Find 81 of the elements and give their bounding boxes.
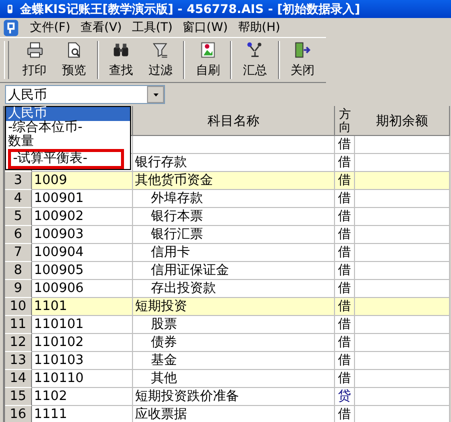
column-header: 科目名称 xyxy=(133,106,335,136)
table-cell: 银行汇票 xyxy=(133,226,335,244)
row-number: 10 xyxy=(5,298,32,316)
table-cell: 110110 xyxy=(32,370,133,388)
toolbar-button[interactable]: 预览 xyxy=(54,39,94,81)
row-number: 8 xyxy=(5,262,32,280)
menu-item[interactable]: 窗口(W) xyxy=(182,19,228,36)
door-arrow-icon xyxy=(293,41,312,59)
table-cell: 应收票据 xyxy=(133,406,335,422)
row-number: 12 xyxy=(5,334,32,352)
table-cell: 其他 xyxy=(133,370,335,388)
toolbar-button[interactable]: 查找 xyxy=(102,39,141,81)
table-cell: 短期投资 xyxy=(133,298,335,316)
dropdown-option[interactable]: -综合本位币- xyxy=(6,121,130,135)
table-cell: 信用卡 xyxy=(133,244,335,262)
table-cell: 借 xyxy=(335,226,355,244)
network-nodes-icon xyxy=(246,41,264,59)
table-cell: 信用证保证金 xyxy=(133,262,335,280)
table-cell: 100902 xyxy=(32,208,133,226)
row-number: 14 xyxy=(5,370,32,388)
table-cell: 借 xyxy=(335,334,355,352)
row-number: 11 xyxy=(5,316,32,334)
table-cell: 贷 xyxy=(335,388,355,406)
table-cell: 基金 xyxy=(133,352,335,370)
row-number: 4 xyxy=(5,190,32,208)
column-header: 期初余额 xyxy=(355,106,450,136)
row-number: 13 xyxy=(5,352,32,370)
row-number: 5 xyxy=(5,208,32,226)
toolbar-button[interactable]: 关闭 xyxy=(282,39,322,81)
menu-item[interactable]: 工具(T) xyxy=(132,19,173,36)
row-number: 15 xyxy=(5,388,32,406)
menu-item[interactable]: 文件(F) xyxy=(30,19,70,36)
binoculars-icon xyxy=(112,41,130,59)
table-cell: 110102 xyxy=(32,334,133,352)
table-cell: 借 xyxy=(335,190,355,208)
table-cell: 借 xyxy=(335,352,355,370)
dropdown-option[interactable]: 人民币 xyxy=(6,107,130,121)
table-cell: 借 xyxy=(335,406,355,422)
table-cell: 110103 xyxy=(32,352,133,370)
table-cell: 1102 xyxy=(32,388,133,406)
row-number: 7 xyxy=(5,244,32,262)
toolbar-button[interactable]: 汇总 xyxy=(235,39,275,81)
table-cell: 外埠存款 xyxy=(133,190,335,208)
toolbar-button[interactable]: 打印 xyxy=(14,39,54,81)
row-number: 16 xyxy=(5,406,32,422)
toolbar-button[interactable]: 过滤 xyxy=(140,39,180,81)
table-cell: 债券 xyxy=(133,334,335,352)
table-cell: 银行本票 xyxy=(133,208,335,226)
table-cell: 借 xyxy=(335,244,355,262)
table-cell: 借 xyxy=(335,208,355,226)
table-cell: 借 xyxy=(335,262,355,280)
table-cell: 100901 xyxy=(32,190,133,208)
dropdown-option[interactable]: -试算平衡表- xyxy=(11,152,121,166)
table-cell: 借 xyxy=(335,136,355,154)
menu-item[interactable]: 帮助(H) xyxy=(238,19,280,36)
table-cell: 110101 xyxy=(32,316,133,334)
column-header: 方向 xyxy=(335,106,356,136)
row-number: 3 xyxy=(5,172,32,190)
row-number: 6 xyxy=(5,226,32,244)
table-cell: 借 xyxy=(335,298,355,316)
table-cell: 短期投资跌价准备 xyxy=(133,388,335,406)
table-cell: 借 xyxy=(335,370,355,388)
printer-icon xyxy=(26,41,44,59)
table-cell: 股票 xyxy=(133,316,335,334)
table-cell: 100903 xyxy=(32,226,133,244)
window-title: 金蝶KIS记账王[教学演示版] - 456778.AIS - [初始数据录入] xyxy=(20,0,360,18)
currency-dropdown[interactable]: 人民币 xyxy=(5,85,165,104)
chart-page-icon xyxy=(198,41,217,59)
funnel-icon xyxy=(151,41,170,59)
table-cell: 1009 xyxy=(32,172,133,190)
table-cell: 1111 xyxy=(32,406,133,422)
table-cell: 100904 xyxy=(32,244,133,262)
dropdown-option[interactable]: 数量 xyxy=(6,135,130,149)
table-cell: 借 xyxy=(335,316,355,334)
table-cell: 其他货币资金 xyxy=(133,172,335,190)
table-cell: 借 xyxy=(335,172,355,190)
toolbar-button[interactable]: 自刷 xyxy=(188,39,228,81)
table-cell: 1101 xyxy=(32,298,133,316)
table-cell: 100905 xyxy=(32,262,133,280)
row-number: 9 xyxy=(5,280,32,298)
menu-item[interactable]: 查看(V) xyxy=(80,19,122,36)
